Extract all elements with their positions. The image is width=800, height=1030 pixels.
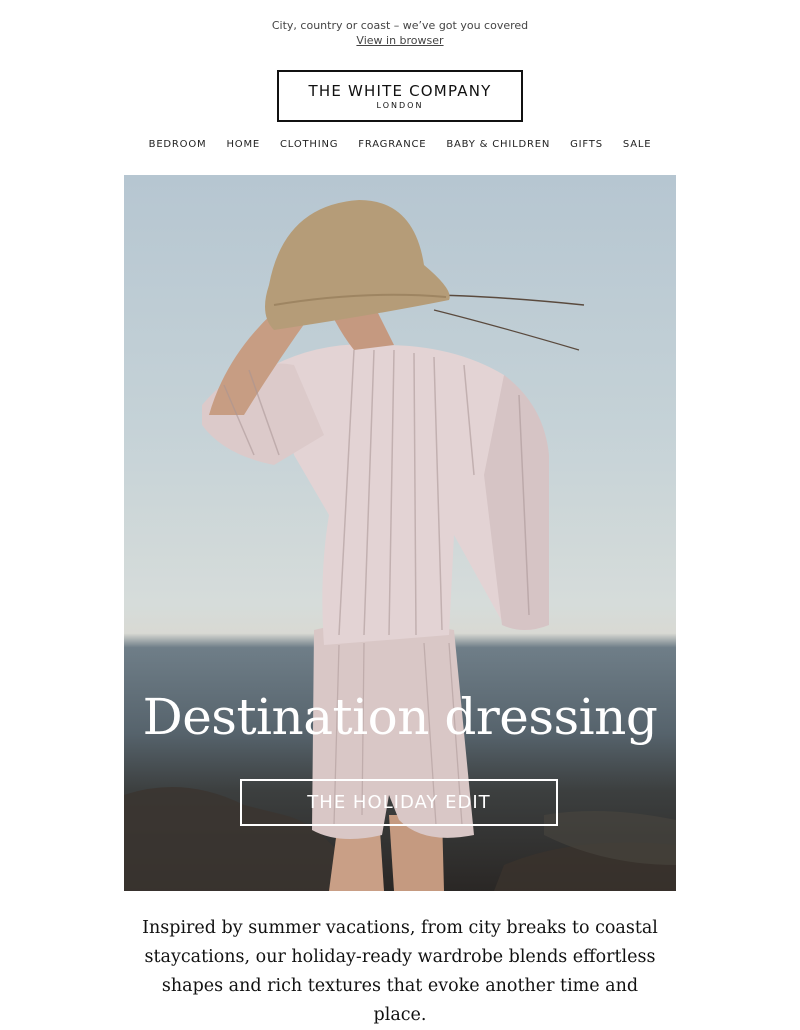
nav-item-baby-children[interactable]: BABY & CHILDREN	[446, 139, 550, 150]
nav-item-bedroom[interactable]: BEDROOM	[149, 139, 207, 150]
nav-item-gifts[interactable]: GIFTS	[570, 139, 603, 150]
holiday-edit-button[interactable]: THE HOLIDAY EDIT	[240, 779, 558, 826]
logo-city: LONDON	[376, 101, 424, 110]
nav-item-home[interactable]: HOME	[226, 139, 260, 150]
nav-item-clothing[interactable]: CLOTHING	[280, 139, 338, 150]
view-in-browser-link[interactable]: View in browser	[356, 33, 443, 48]
preheader-tagline: City, country or coast – we’ve got you c…	[271, 19, 529, 32]
logo-name: THE WHITE COMPANY	[308, 82, 492, 100]
nav-item-fragrance[interactable]: FRAGRANCE	[358, 139, 426, 150]
hero-title: Destination dressing	[142, 688, 658, 746]
nav-item-sale[interactable]: SALE	[623, 139, 651, 150]
brand-logo[interactable]: THE WHITE COMPANY LONDON	[277, 70, 523, 122]
main-navigation: BEDROOM HOME CLOTHING FRAGRANCE BABY & C…	[0, 139, 800, 150]
intro-paragraph: Inspired by summer vacations, from city …	[142, 918, 658, 1025]
preheader: City, country or coast – we’ve got you c…	[0, 18, 800, 48]
hero-banner[interactable]: Destination dressing THE HOLIDAY EDIT	[124, 175, 676, 891]
